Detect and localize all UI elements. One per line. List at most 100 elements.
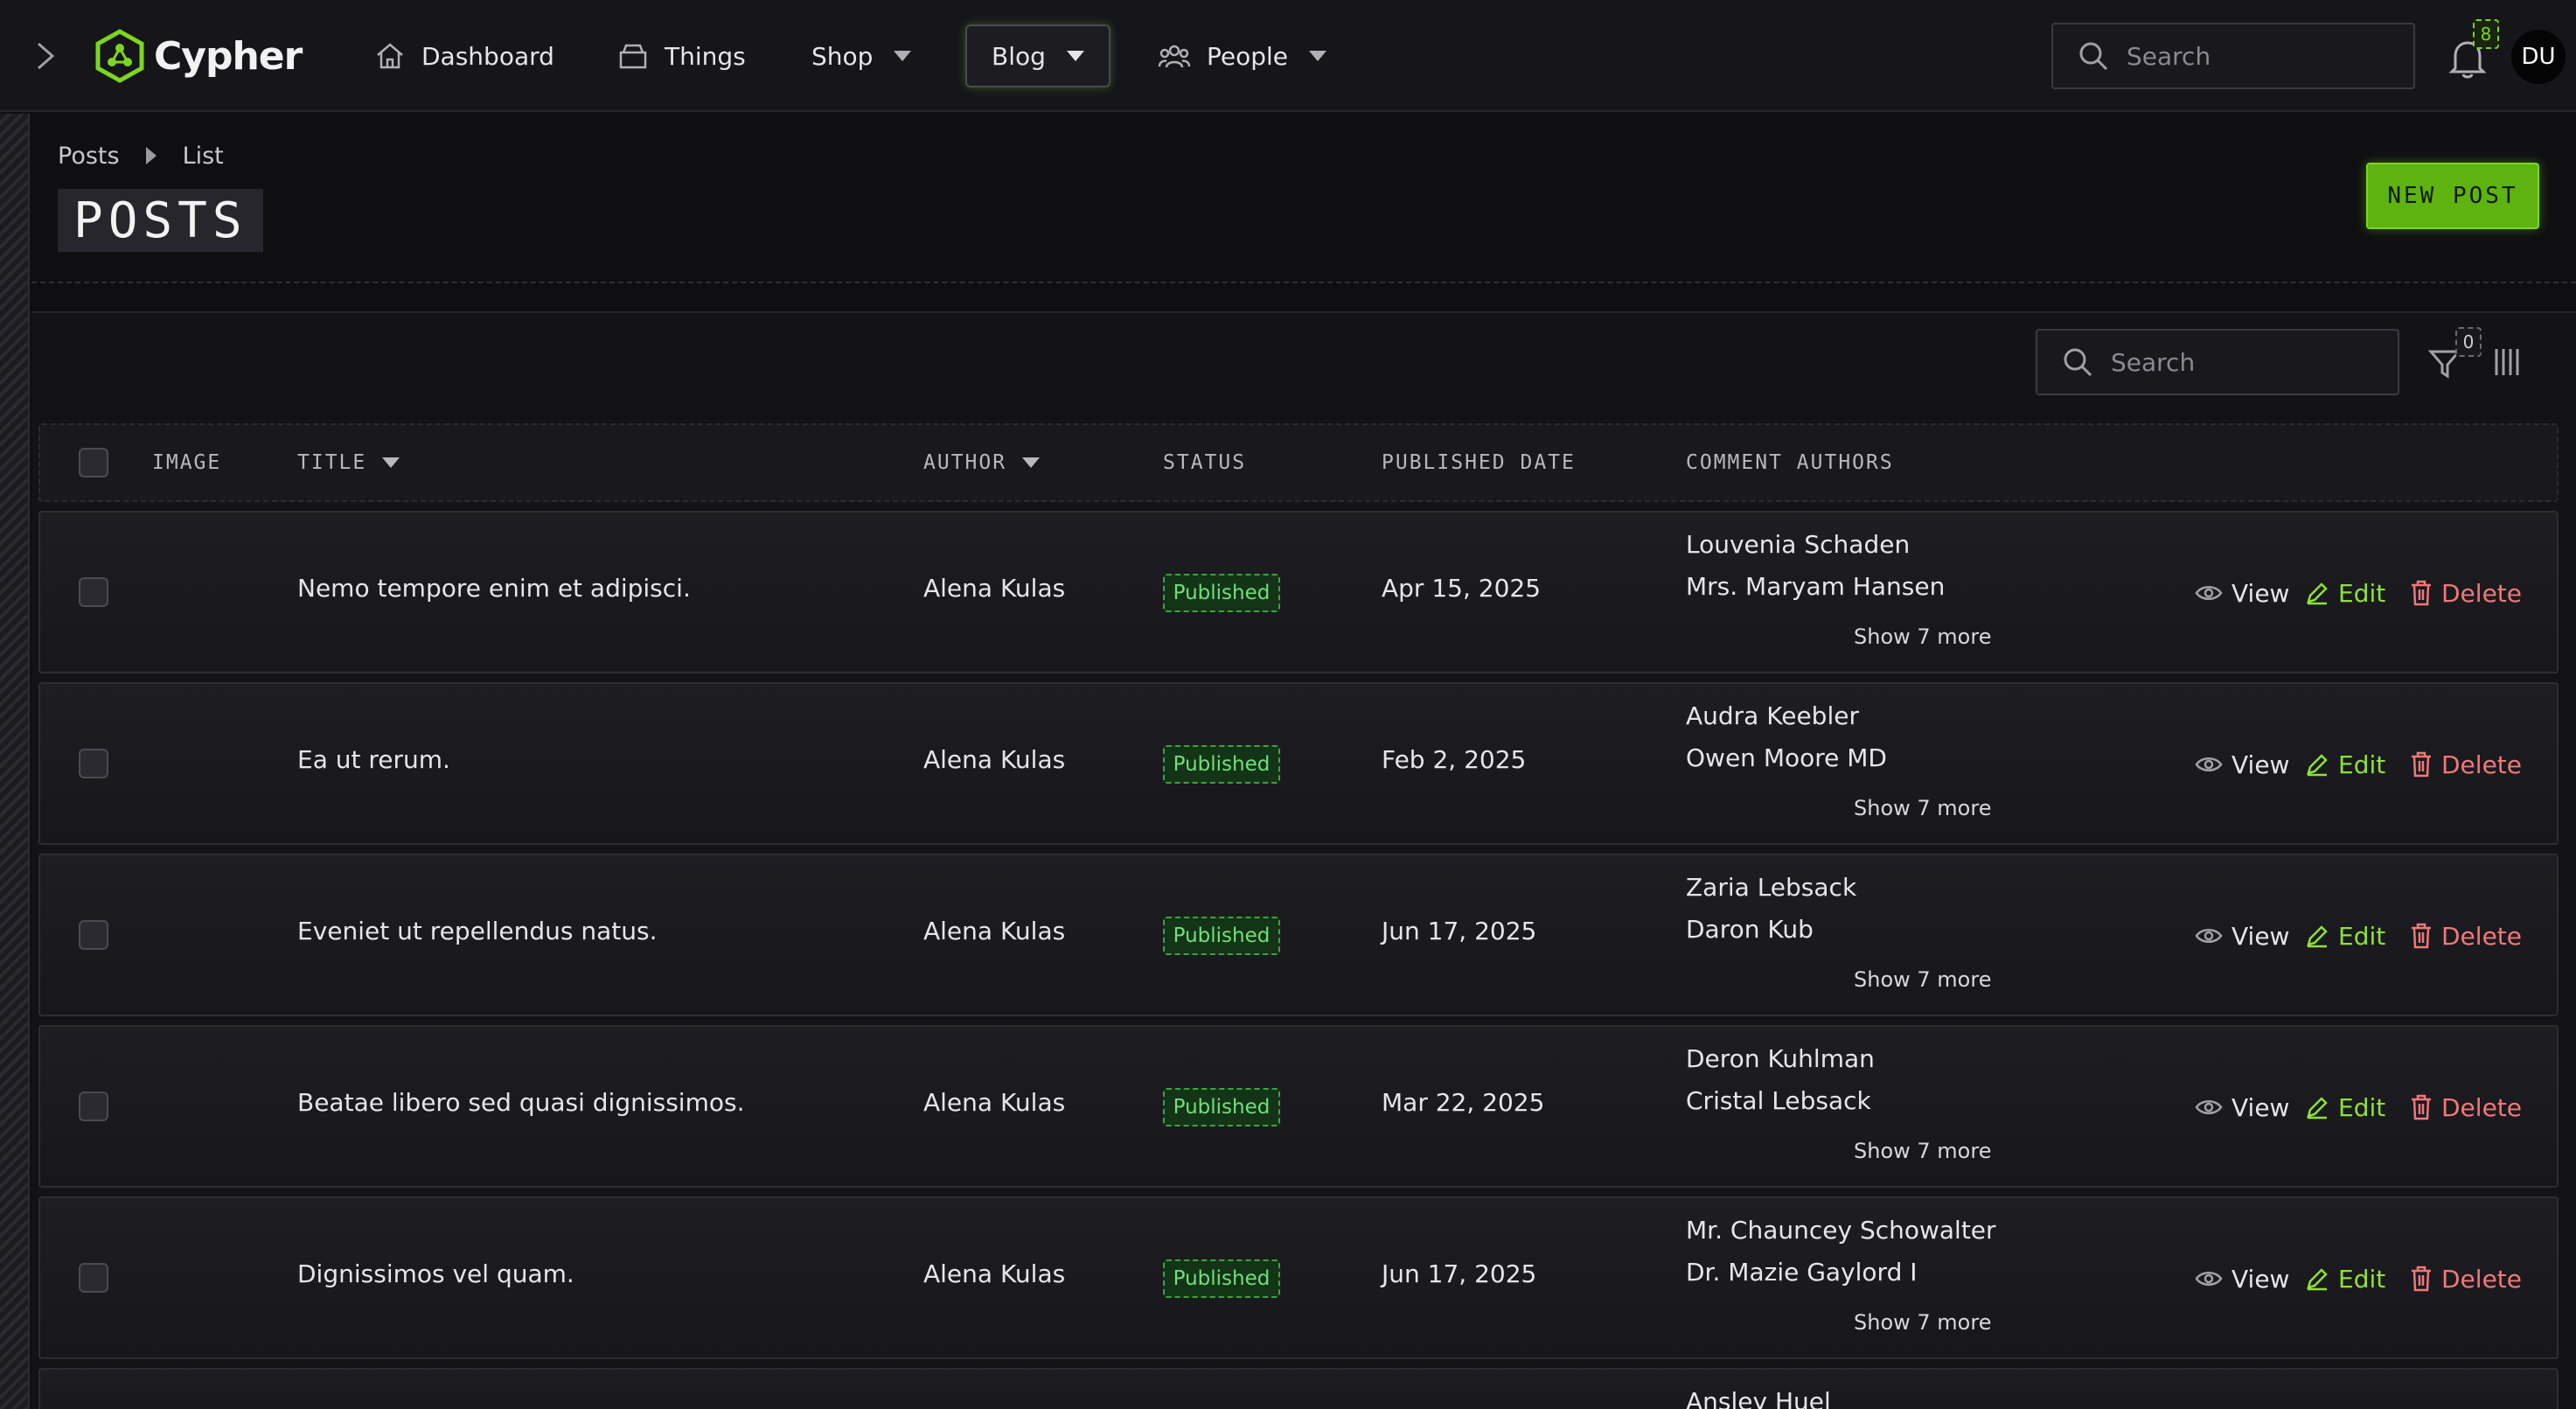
show-more-link[interactable]: Show 7 more: [1854, 796, 1991, 820]
post-author: Alena Kulas: [923, 1088, 1066, 1117]
post-title[interactable]: Ea ut rerum.: [297, 745, 450, 774]
comment-author: Mr. Chauncey Schowalter: [1686, 1216, 1996, 1245]
nav-item-label: Blog: [992, 41, 1046, 71]
trash-icon: [2412, 923, 2431, 949]
status-badge: Published: [1163, 745, 1280, 784]
sort-caret-icon: [382, 457, 400, 468]
brand-logo[interactable]: Cypher: [94, 26, 303, 86]
post-author: Alena Kulas: [923, 745, 1066, 774]
show-more-link[interactable]: Show 7 more: [1854, 1310, 1991, 1335]
edit-button[interactable]: Edit: [2305, 745, 2385, 784]
show-more-link[interactable]: Show 7 more: [1854, 1139, 1991, 1163]
columns-icon[interactable]: [2494, 346, 2520, 378]
published-date: Apr 15, 2025: [1382, 574, 1542, 603]
edit-label: Edit: [2338, 750, 2386, 779]
pencil-icon: [2307, 925, 2328, 948]
column-header-image: IMAGE: [152, 451, 222, 474]
view-button[interactable]: View: [2195, 745, 2289, 784]
delete-label: Delete: [2441, 578, 2522, 608]
comment-author: Audra Keebler: [1686, 701, 1859, 730]
cypher-logo-icon: [95, 29, 144, 83]
user-avatar[interactable]: DU: [2511, 30, 2566, 84]
nav-item-people[interactable]: People: [1158, 24, 1327, 87]
delete-label: Delete: [2441, 1092, 2522, 1122]
table-search-input[interactable]: [2111, 347, 2373, 377]
edit-button[interactable]: Edit: [2305, 574, 2385, 612]
delete-button[interactable]: Delete: [2410, 574, 2522, 612]
nav-item-shop[interactable]: Shop: [811, 24, 912, 87]
edit-button[interactable]: Edit: [2305, 1259, 2385, 1298]
nav-item-label: Dashboard: [421, 41, 554, 71]
table-row: Eveniet ut repellendus natus. Alena Kula…: [38, 854, 2559, 1016]
column-header-label: AUTHOR: [923, 451, 1007, 474]
column-header-published-date: PUBLISHED DATE: [1382, 451, 1576, 474]
nav-item-label: Shop: [811, 41, 874, 71]
published-date: Feb 2, 2025: [1382, 745, 1527, 774]
breadcrumb-posts[interactable]: Posts: [58, 143, 120, 170]
post-title[interactable]: Nemo tempore enim et adipisci.: [297, 574, 691, 603]
edit-button[interactable]: Edit: [2305, 917, 2385, 955]
eye-icon: [2195, 586, 2223, 600]
comment-author: Cristal Lebsack: [1686, 1086, 1871, 1115]
table-search[interactable]: [2036, 329, 2399, 395]
comment-author: Daron Kub: [1686, 915, 1814, 944]
post-title[interactable]: Eveniet ut repellendus natus.: [297, 917, 658, 945]
nav-item-dashboard[interactable]: Dashboard: [374, 24, 554, 87]
show-more-link[interactable]: Show 7 more: [1854, 624, 1991, 649]
breadcrumb: Posts List: [58, 140, 224, 171]
comment-author: Deron Kuhlman: [1686, 1044, 1875, 1073]
post-author: Alena Kulas: [923, 1259, 1066, 1288]
view-label: View: [2231, 1264, 2290, 1294]
view-button[interactable]: View: [2195, 1259, 2289, 1298]
edit-label: Edit: [2338, 578, 2386, 608]
column-header-label: TITLE: [297, 451, 367, 474]
post-title[interactable]: Dignissimos vel quam.: [297, 1259, 574, 1288]
row-checkbox[interactable]: [79, 1263, 108, 1293]
delete-label: Delete: [2441, 921, 2522, 951]
status-badge: Published: [1163, 574, 1280, 612]
delete-button[interactable]: Delete: [2410, 1259, 2522, 1298]
pencil-icon: [2307, 582, 2328, 605]
published-date: Jun 17, 2025: [1382, 917, 1537, 945]
view-button[interactable]: View: [2195, 1088, 2289, 1127]
global-search-input[interactable]: [2127, 41, 2389, 71]
edit-button[interactable]: Edit: [2305, 1088, 2385, 1127]
pencil-icon: [2307, 1097, 2328, 1120]
status-badge: Published: [1163, 1259, 1280, 1298]
row-checkbox[interactable]: [79, 920, 108, 950]
nav-item-things[interactable]: Things: [617, 24, 746, 87]
pencil-icon: [2307, 754, 2328, 777]
chevron-right-icon[interactable]: [31, 38, 59, 73]
new-post-button[interactable]: NEW POST: [2366, 163, 2539, 229]
row-checkbox[interactable]: [79, 749, 108, 778]
sort-caret-icon: [1022, 457, 1041, 468]
view-button[interactable]: View: [2195, 574, 2289, 612]
column-header-author[interactable]: AUTHOR: [923, 425, 1041, 500]
caret-right-icon: [145, 147, 157, 164]
status-badge: Published: [1163, 1088, 1280, 1127]
published-date: Mar 22, 2025: [1382, 1088, 1545, 1117]
comment-author: Mrs. Maryam Hansen: [1686, 572, 1946, 601]
show-more-link[interactable]: Show 7 more: [1854, 967, 1991, 992]
filter-count-badge: 0: [2455, 327, 2482, 357]
select-all-checkbox[interactable]: [79, 448, 108, 478]
caret-down-icon: [1309, 51, 1327, 61]
delete-button[interactable]: Delete: [2410, 745, 2522, 784]
comment-author: Ansley Huel: [1686, 1387, 1831, 1409]
caret-down-icon: [894, 51, 912, 61]
view-button[interactable]: View: [2195, 917, 2289, 955]
header-divider: [31, 282, 2576, 283]
notification-count-badge: 8: [2473, 19, 2499, 49]
view-label: View: [2231, 921, 2290, 951]
box-icon: [619, 44, 647, 69]
nav-item-blog[interactable]: Blog: [965, 24, 1110, 87]
row-checkbox[interactable]: [79, 1092, 108, 1121]
trash-icon: [2412, 580, 2431, 606]
brand-name: Cypher: [154, 33, 303, 79]
delete-button[interactable]: Delete: [2410, 1088, 2522, 1127]
column-header-title[interactable]: TITLE: [297, 425, 400, 500]
post-title[interactable]: Beatae libero sed quasi dignissimos.: [297, 1088, 744, 1117]
global-search[interactable]: [2051, 23, 2415, 89]
delete-button[interactable]: Delete: [2410, 917, 2522, 955]
row-checkbox[interactable]: [79, 577, 108, 607]
